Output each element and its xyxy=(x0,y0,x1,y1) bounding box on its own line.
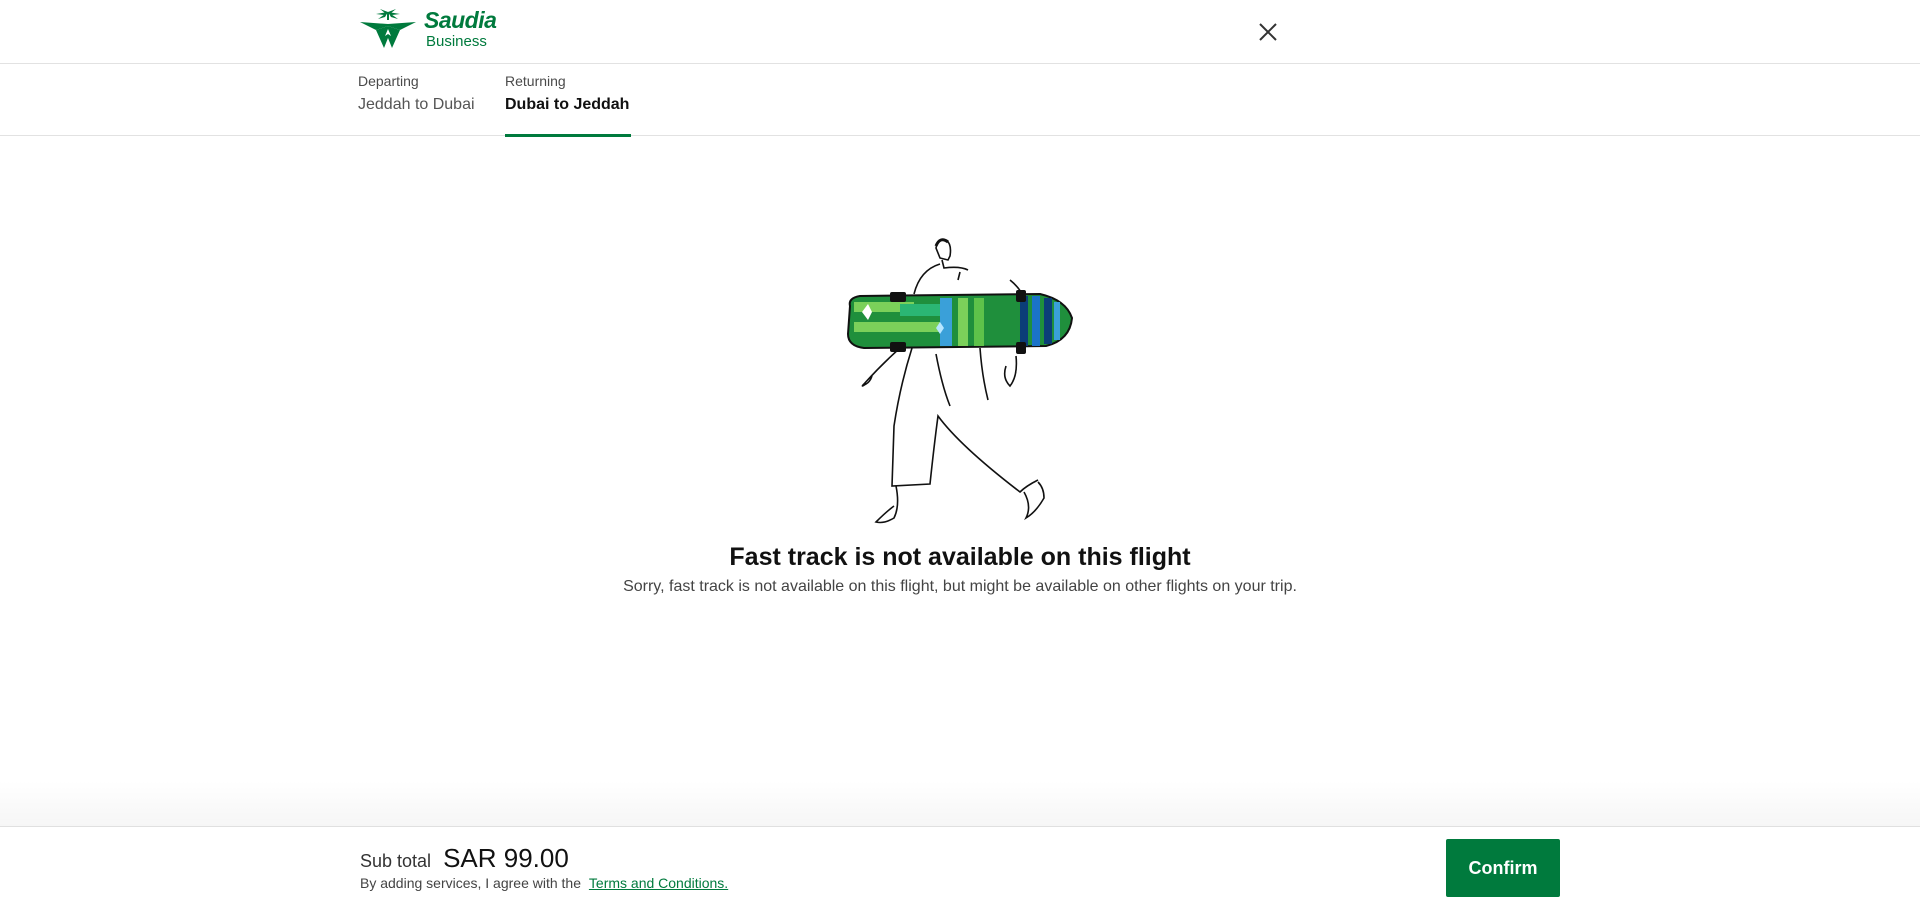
saudia-logo[interactable]: Saudia Business xyxy=(358,7,497,50)
close-button[interactable] xyxy=(1254,18,1282,46)
empty-state-title: Fast track is not available on this flig… xyxy=(729,543,1191,571)
empty-state-description: Sorry, fast track is not available on th… xyxy=(623,578,1297,595)
terms-link[interactable]: Terms and Conditions. xyxy=(589,875,728,891)
palm-emblem-icon xyxy=(360,9,416,48)
summary-footer: Sub total SAR 99.00 By adding services, … xyxy=(0,826,1920,911)
tab-departing[interactable]: Departing Jeddah to Dubai xyxy=(358,64,486,136)
person-carrying-skateboard-illustration xyxy=(846,238,1074,524)
terms-agreement-text: By adding services, I agree with the xyxy=(360,875,582,891)
subtotal: Sub total SAR 99.00 xyxy=(360,843,569,874)
top-header: Saudia Business xyxy=(0,0,1920,64)
close-icon xyxy=(1259,23,1277,41)
logo-brand-text: Saudia xyxy=(424,7,497,33)
flight-tabs: Departing Jeddah to Dubai Returning Duba… xyxy=(0,64,1920,137)
subtotal-value: SAR 99.00 xyxy=(443,843,569,873)
tab-departing-route: Jeddah to Dubai xyxy=(358,96,475,113)
tab-departing-label: Departing xyxy=(358,73,419,89)
tab-returning-label: Returning xyxy=(505,73,566,89)
tab-returning-route: Dubai to Jeddah xyxy=(505,96,630,113)
confirm-button[interactable]: Confirm xyxy=(1446,839,1560,897)
terms-agreement: By adding services, I agree with the Ter… xyxy=(360,875,728,891)
footer-shadow xyxy=(0,780,1920,826)
logo-sub-text: Business xyxy=(426,33,487,50)
tab-returning[interactable]: Returning Dubai to Jeddah xyxy=(505,64,631,137)
subtotal-label: Sub total xyxy=(360,851,432,871)
empty-state: Fast track is not available on this flig… xyxy=(0,236,1920,597)
